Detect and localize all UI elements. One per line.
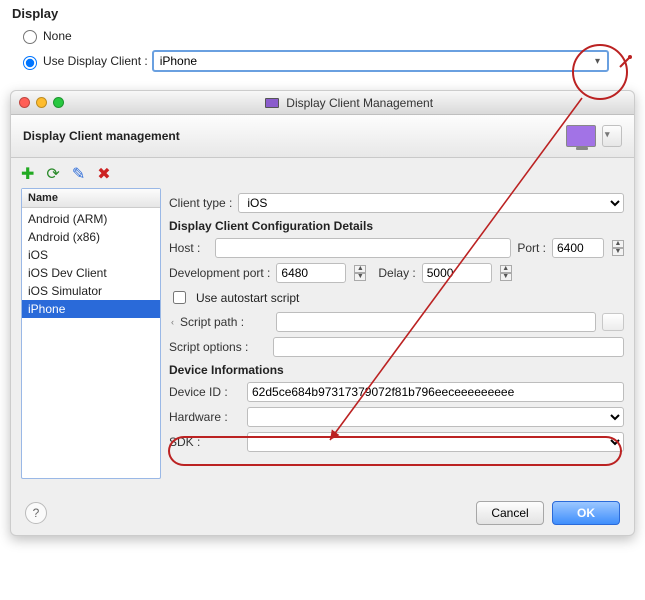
list-item[interactable]: iPhone [22, 300, 160, 318]
devport-stepper[interactable]: ▲▼ [354, 265, 366, 281]
hardware-label: Hardware : [169, 410, 241, 424]
dialog-titlebar: Display Client Management [11, 91, 634, 115]
monitor-icon [265, 98, 279, 108]
dialog-header-strip: Display Client management ▾ [11, 115, 634, 158]
radio-use-label: Use Display Client : [43, 54, 148, 68]
radio-none-label: None [43, 29, 72, 43]
wand-icon[interactable] [617, 52, 635, 70]
sdk-label: SDK : [169, 435, 241, 449]
dialog-title: Display Client Management [64, 96, 634, 110]
list-header-name[interactable]: Name [22, 189, 160, 208]
config-section-title: Display Client Configuration Details [169, 219, 624, 233]
browse-icon[interactable] [602, 313, 624, 331]
minimize-icon[interactable] [36, 97, 47, 108]
port-input[interactable] [552, 238, 604, 258]
host-label: Host : [169, 241, 209, 255]
host-input[interactable] [215, 238, 511, 258]
deviceid-input[interactable] [247, 382, 624, 402]
scriptpath-label: Script path : [180, 315, 270, 329]
display-section: Display None Use Display Client : ▾ [0, 0, 645, 86]
add-icon[interactable]: ✚ [21, 164, 34, 184]
monitor-large-icon [566, 125, 596, 147]
client-type-label: Client type : [169, 196, 232, 210]
delay-input[interactable] [422, 263, 492, 283]
display-title: Display [12, 6, 635, 21]
port-stepper[interactable]: ▲▼ [612, 240, 624, 256]
cancel-button[interactable]: Cancel [476, 501, 544, 525]
client-list[interactable]: Name Android (ARM)Android (x86)iOSiOS De… [21, 188, 161, 479]
sdk-select[interactable] [247, 432, 624, 452]
delete-icon[interactable]: ✖ [97, 164, 110, 184]
list-toolbar: ✚ ⟳ ✎ ✖ [11, 158, 634, 188]
port-label: Port : [517, 241, 546, 255]
autostart-checkbox[interactable] [173, 291, 186, 304]
config-panel: Client type : iOS Display Client Configu… [169, 188, 624, 479]
radio-use-row[interactable]: Use Display Client : ▾ [18, 50, 635, 72]
scriptopts-input[interactable] [273, 337, 624, 357]
list-item[interactable]: iOS [22, 246, 160, 264]
zoom-icon[interactable] [53, 97, 64, 108]
ok-button[interactable]: OK [552, 501, 620, 525]
devport-input[interactable] [276, 263, 346, 283]
scriptopts-label: Script options : [169, 340, 267, 354]
edit-icon[interactable]: ✎ [72, 164, 85, 184]
client-type-select[interactable]: iOS [238, 193, 624, 213]
refresh-icon[interactable]: ⟳ [46, 164, 59, 184]
hardware-select[interactable] [247, 407, 624, 427]
radio-none[interactable] [23, 30, 37, 44]
display-client-combo[interactable] [152, 50, 609, 72]
deviceid-label: Device ID : [169, 385, 241, 399]
devport-label: Development port : [169, 266, 270, 280]
display-client-mgmt-dialog: Display Client Management Display Client… [10, 90, 635, 536]
autostart-label: Use autostart script [196, 291, 299, 305]
list-item[interactable]: iOS Dev Client [22, 264, 160, 282]
list-item[interactable]: Android (x86) [22, 228, 160, 246]
chevron-down-icon[interactable]: ▾ [590, 54, 605, 69]
header-side-button[interactable]: ▾ [602, 125, 622, 147]
dialog-header-label: Display Client management [23, 129, 180, 143]
scriptpath-input[interactable] [276, 312, 596, 332]
delay-stepper[interactable]: ▲▼ [500, 265, 512, 281]
list-item[interactable]: Android (ARM) [22, 210, 160, 228]
close-icon[interactable] [19, 97, 30, 108]
deviceinfo-title: Device Informations [169, 363, 624, 377]
chevron-left-icon: ‹ [171, 317, 174, 327]
radio-none-row[interactable]: None [18, 27, 635, 44]
dialog-footer: ? Cancel OK [11, 501, 634, 525]
list-item[interactable]: iOS Simulator [22, 282, 160, 300]
radio-use-client[interactable] [23, 56, 37, 70]
delay-label: Delay : [378, 266, 415, 280]
help-icon[interactable]: ? [25, 502, 47, 524]
